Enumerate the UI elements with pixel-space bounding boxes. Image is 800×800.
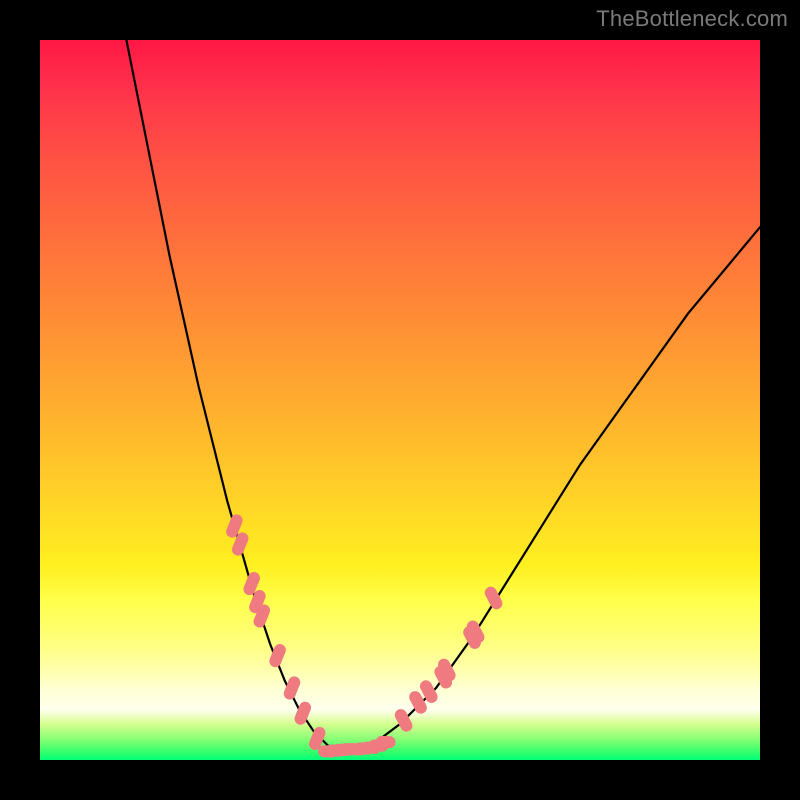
plot-area (40, 40, 760, 760)
bottleneck-curve-svg (40, 40, 760, 760)
watermark-text: TheBottleneck.com (596, 6, 788, 32)
bottleneck-curve-path (126, 40, 760, 753)
chart-frame: TheBottleneck.com (0, 0, 800, 800)
data-marker (483, 585, 505, 612)
data-marker (375, 736, 395, 749)
data-marker (393, 707, 415, 734)
